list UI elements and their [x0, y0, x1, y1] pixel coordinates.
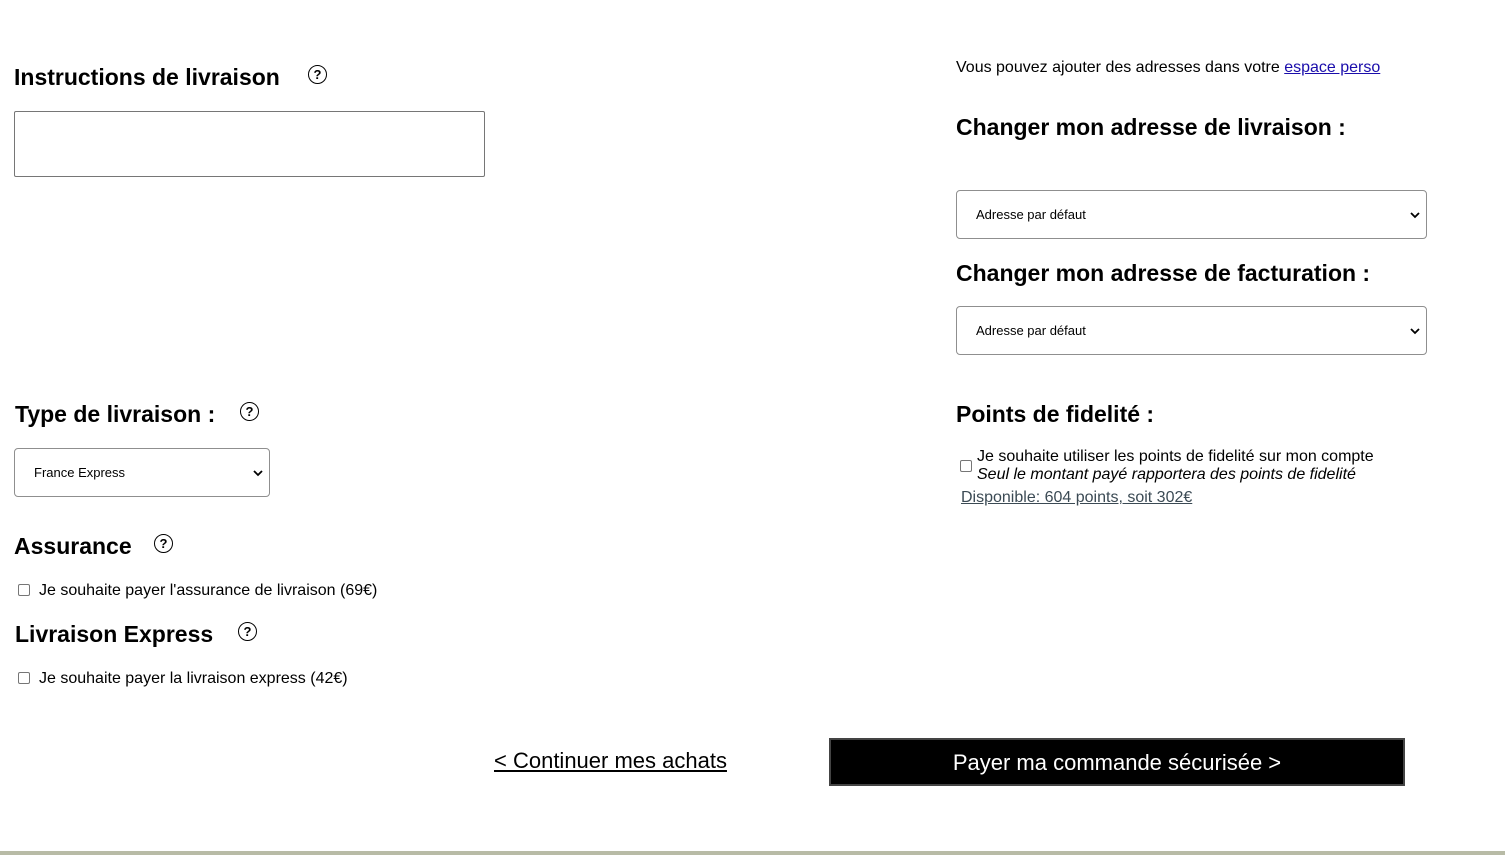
help-circle-icon[interactable]: ?	[308, 65, 327, 84]
loyalty-checkbox-label[interactable]: Je souhaite utiliser les points de fidel…	[977, 448, 1374, 466]
loyalty-checkbox[interactable]	[960, 460, 972, 472]
express-checkbox-label[interactable]: Je souhaite payer la livraison express (…	[39, 670, 348, 688]
shipping-address-heading: Changer mon adresse de livraison :	[956, 114, 1346, 140]
express-title: Livraison Express	[15, 621, 214, 647]
insurance-title: Assurance	[14, 533, 132, 559]
chevron-down-icon	[253, 469, 263, 476]
insurance-checkbox-label[interactable]: Je souhaite payer l'assurance de livrais…	[39, 582, 377, 600]
espace-perso-link[interactable]: espace perso	[1284, 59, 1380, 76]
insurance-heading: Assurance	[14, 532, 132, 560]
loyalty-note: Seul le montant payé rapportera des poin…	[977, 466, 1356, 483]
shipping-address-select[interactable]: Adresse par défaut	[956, 190, 1427, 239]
express-checkbox[interactable]	[18, 672, 30, 684]
address-note: Vous pouvez ajouter des adresses dans vo…	[956, 59, 1380, 77]
delivery-instructions-textarea[interactable]	[14, 111, 485, 177]
express-heading: Livraison Express	[15, 620, 213, 648]
shipping-address-selected: Adresse par défaut	[976, 207, 1086, 222]
delivery-type-title: Type de livraison :	[15, 401, 216, 427]
delivery-type-selected: France Express	[34, 465, 126, 480]
continue-shopping-link[interactable]: < Continuer mes achats	[494, 748, 727, 774]
instructions-heading: Instructions de livraison	[14, 63, 280, 91]
billing-address-select[interactable]: Adresse par défaut	[956, 306, 1427, 355]
loyalty-available-link[interactable]: Disponible: 604 points, soit 302€	[961, 489, 1192, 507]
pay-order-button[interactable]: Payer ma commande sécurisée >	[829, 738, 1405, 786]
billing-address-heading: Changer mon adresse de facturation :	[956, 260, 1371, 286]
loyalty-heading: Points de fidelité :	[956, 401, 1155, 427]
help-circle-icon[interactable]: ?	[154, 534, 173, 553]
delivery-type-heading: Type de livraison :	[15, 400, 215, 428]
instructions-title: Instructions de livraison	[14, 64, 280, 90]
insurance-checkbox[interactable]	[18, 584, 30, 596]
delivery-type-select[interactable]: France Express	[14, 448, 270, 497]
address-note-text: Vous pouvez ajouter des adresses dans vo…	[956, 59, 1280, 76]
billing-address-selected: Adresse par défaut	[976, 323, 1086, 338]
chevron-down-icon	[1410, 211, 1420, 218]
footer-divider	[0, 851, 1505, 855]
chevron-down-icon	[1410, 327, 1420, 334]
help-circle-icon[interactable]: ?	[240, 402, 259, 421]
help-circle-icon[interactable]: ?	[238, 622, 257, 641]
